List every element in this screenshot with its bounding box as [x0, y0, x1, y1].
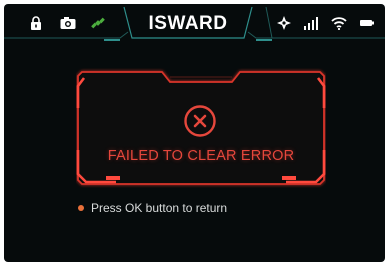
- battery-icon: [360, 20, 374, 26]
- wifi-icon: [331, 17, 347, 30]
- drone-icon: [277, 16, 291, 30]
- camera-icon: [60, 17, 76, 29]
- error-message: FAILED TO CLEAR ERROR: [107, 148, 295, 164]
- error-dialog: FAILED TO CLEAR ERROR: [76, 68, 326, 188]
- satellite-icon: [91, 17, 105, 29]
- return-hint-text: Press OK button to return: [91, 201, 228, 215]
- status-bar: ISWARD: [4, 4, 385, 42]
- bullet-dot: [78, 205, 84, 211]
- app-title: ISWARD: [148, 13, 228, 34]
- device-screen: ISWARD FAILED TO CLEAR ERROR Press OK bu…: [4, 4, 385, 262]
- error-x-icon: [184, 105, 216, 137]
- signal-icon: [304, 17, 318, 30]
- lock-icon: [31, 16, 41, 30]
